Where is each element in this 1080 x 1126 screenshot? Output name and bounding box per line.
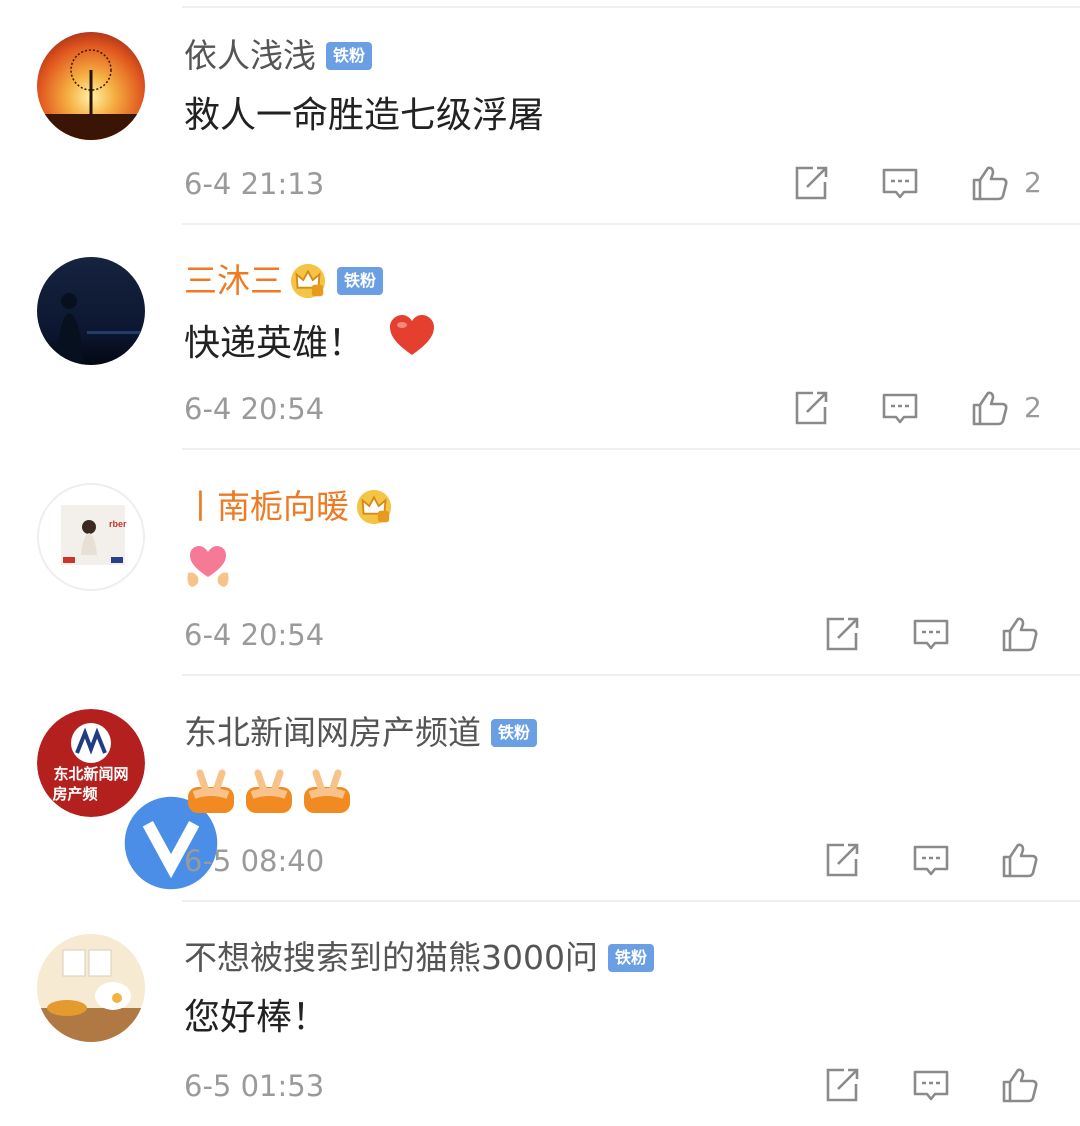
- comment-item: 东北新闻网 房产频 东北新闻网房产频道 铁粉 6-5 08:40: [0, 677, 1080, 902]
- heart-emoji: [388, 313, 436, 374]
- like-count: 2: [1024, 391, 1042, 424]
- love-emoji: [184, 543, 232, 593]
- verified-icon: [117, 789, 225, 897]
- comment-item: 不想被搜索到的猫熊3000问 铁粉 您好棒！ 6-5 01:53: [0, 902, 1080, 1126]
- username[interactable]: 丨南栀向暖: [184, 481, 349, 533]
- divider: [182, 448, 1080, 450]
- like-icon[interactable]: [970, 163, 1010, 203]
- comment-text: 您好棒！: [184, 997, 329, 1038]
- comment-item: 三沐三 铁粉 快递英雄！ 6-4 20:54 2: [0, 225, 1080, 450]
- comment-icon[interactable]: [880, 163, 920, 203]
- comment-text: 救人一命胜造七级浮屠: [184, 95, 545, 136]
- username[interactable]: 不想被搜索到的猫熊3000问: [184, 932, 598, 984]
- username[interactable]: 三沐三: [184, 255, 283, 307]
- like-icon[interactable]: [970, 388, 1010, 428]
- comment-icon[interactable]: [911, 1065, 951, 1105]
- repost-icon[interactable]: [791, 388, 831, 428]
- username[interactable]: 东北新闻网房产频道: [184, 707, 481, 759]
- avatar-text-line1: 东北新闻网: [53, 765, 128, 783]
- fan-badge[interactable]: 铁粉: [337, 267, 384, 295]
- timestamp: 6-5 01:53: [184, 1069, 325, 1103]
- like-icon[interactable]: [1000, 1065, 1040, 1105]
- fan-badge[interactable]: 铁粉: [491, 719, 538, 747]
- repost-icon[interactable]: [822, 1065, 862, 1105]
- timestamp: 6-4 21:13: [184, 167, 325, 201]
- avatar-text-line2: 房产频: [52, 785, 97, 803]
- crown-icon: [289, 262, 327, 300]
- avatar[interactable]: rber: [37, 483, 145, 591]
- avatar[interactable]: [37, 257, 145, 365]
- fan-badge[interactable]: 铁粉: [607, 944, 654, 972]
- avatar[interactable]: 东北新闻网 房产频: [37, 709, 225, 897]
- timestamp: 6-4 20:54: [184, 618, 325, 652]
- comment-item: 依人浅浅 铁粉 救人一命胜造七级浮屠 6-4 21:13 2: [0, 0, 1080, 225]
- svg-text:rber: rber: [109, 519, 127, 529]
- timestamp: 6-4 20:54: [184, 392, 325, 426]
- victory-emoji: [184, 769, 238, 819]
- repost-icon[interactable]: [791, 163, 831, 203]
- comment-icon[interactable]: [911, 840, 951, 880]
- repost-icon[interactable]: [822, 614, 862, 654]
- repost-icon[interactable]: [822, 840, 862, 880]
- victory-emoji: [300, 769, 354, 819]
- comment-text: 快递英雄！: [184, 322, 365, 364]
- timestamp: 6-5 08:40: [184, 844, 325, 878]
- avatar[interactable]: [37, 934, 145, 1042]
- comment-icon[interactable]: [911, 614, 951, 654]
- username[interactable]: 依人浅浅: [184, 30, 316, 82]
- avatar[interactable]: [37, 32, 145, 140]
- victory-emoji: [242, 769, 296, 819]
- like-icon[interactable]: [1000, 614, 1040, 654]
- divider: [182, 674, 1080, 676]
- fan-badge[interactable]: 铁粉: [326, 42, 373, 70]
- comment-item: rber 丨南栀向暖 6-4 20:54: [0, 451, 1080, 676]
- crown-icon: [355, 488, 393, 526]
- like-icon[interactable]: [1000, 840, 1040, 880]
- like-count: 2: [1024, 166, 1042, 199]
- comment-icon[interactable]: [880, 388, 920, 428]
